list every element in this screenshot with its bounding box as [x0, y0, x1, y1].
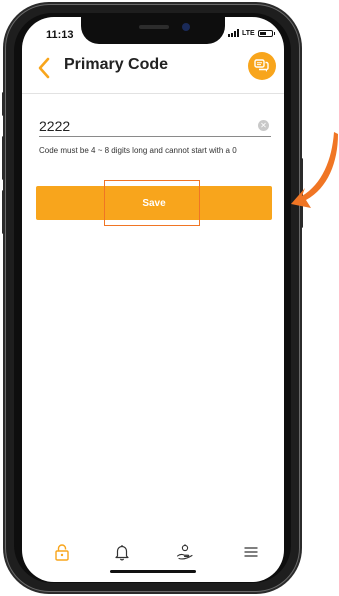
page-title: Primary Code: [64, 56, 169, 73]
menu-icon: [244, 547, 258, 557]
network-type: LTE: [242, 29, 255, 37]
chat-bubbles-icon: [254, 59, 269, 72]
status-bar: 11:13 LTE: [22, 17, 284, 45]
code-hint: Code must be 4 ~ 8 digits long and canno…: [39, 146, 237, 155]
phone-screen: 11:13 LTE Primary Code ✕ Code: [22, 17, 284, 582]
chat-button[interactable]: [248, 52, 276, 80]
status-indicators: LTE: [228, 29, 275, 37]
battery-fill: [259, 31, 267, 35]
volume-down-button: [2, 190, 5, 234]
tab-notifications[interactable]: [109, 539, 135, 565]
back-chevron-icon[interactable]: [34, 55, 56, 81]
battery-icon: [257, 29, 275, 37]
tab-menu[interactable]: [238, 539, 264, 565]
bell-icon: [115, 545, 129, 561]
highlight-box: [104, 180, 200, 226]
hand-icon: [176, 544, 193, 560]
volume-up-button: [2, 136, 5, 180]
tab-services[interactable]: [172, 539, 198, 565]
mute-switch: [2, 92, 5, 116]
home-indicator: [110, 570, 196, 573]
primary-code-input[interactable]: [39, 116, 271, 137]
tab-lock[interactable]: [49, 539, 75, 565]
app-header: Primary Code: [22, 45, 284, 94]
status-time: 11:13: [46, 29, 74, 41]
annotation-arrow-icon: [291, 132, 338, 208]
lock-icon: [55, 544, 69, 561]
signal-icon: [228, 29, 239, 37]
clear-icon[interactable]: ✕: [258, 120, 269, 131]
tab-bar: [22, 539, 284, 573]
